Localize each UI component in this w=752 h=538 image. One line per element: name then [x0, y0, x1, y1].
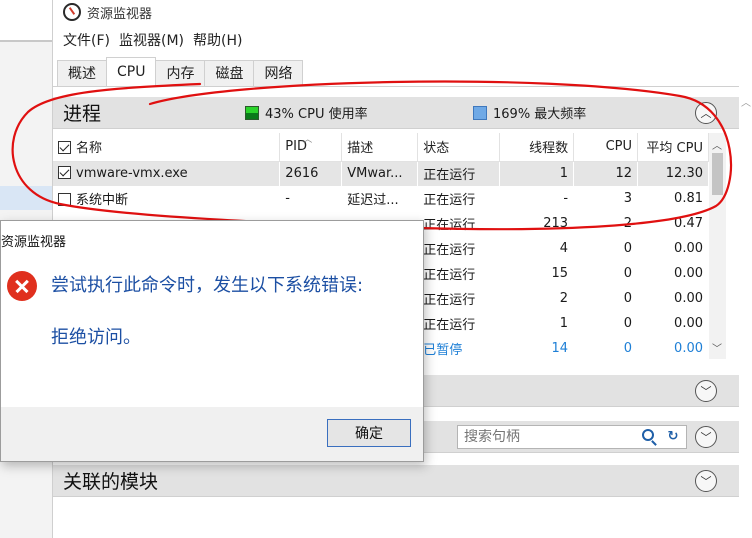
refresh-icon[interactable]: ↻	[664, 428, 682, 446]
max-frequency-text: 169% 最大频率	[493, 107, 587, 122]
column-header-name[interactable]: 名称	[53, 133, 281, 162]
table-row[interactable]: 系统中断 - 延迟过... 正在运行 - 3 0.81	[53, 186, 709, 211]
sort-indicator-icon: ︿	[303, 135, 313, 145]
column-header-status[interactable]: 状态	[417, 133, 501, 162]
processes-section-header[interactable]: 进程 43% CPU 使用率 169% 最大频率 ︿	[53, 97, 739, 129]
ok-button[interactable]: 确定	[327, 419, 411, 447]
tab-overview[interactable]: 概述	[57, 60, 107, 86]
dialog-footer: 确定	[1, 407, 423, 461]
scroll-down-arrow-icon[interactable]: ﹀	[712, 340, 722, 355]
row-checkbox[interactable]	[58, 166, 71, 180]
cpu-usage-stat: 43% CPU 使用率	[245, 103, 368, 122]
error-detail: 拒绝访问。	[51, 327, 141, 348]
tab-disk[interactable]: 磁盘	[204, 60, 255, 86]
search-icon[interactable]	[642, 429, 654, 441]
error-dialog: 资源监视器 尝试执行此命令时，发生以下系统错误: 拒绝访问。 确定	[0, 220, 424, 462]
resource-monitor-icon	[63, 3, 81, 21]
window-scrollbar[interactable]: ︿	[739, 86, 752, 538]
column-header-description[interactable]: 描述	[341, 133, 419, 162]
table-header-row: 名称 ︿ PID 描述 状态 线程数 CPU 平均 CPU	[53, 133, 709, 162]
expand-handles-button[interactable]: ﹀	[695, 426, 717, 448]
table-row[interactable]: vmware-vmx.exe 2616 VMwar... 正在运行 1 12 1…	[53, 161, 709, 186]
max-frequency-icon	[473, 105, 487, 120]
search-handles-field[interactable]: ↻	[457, 425, 687, 449]
dialog-title: 资源监视器	[1, 235, 67, 250]
tab-cpu[interactable]: CPU	[106, 57, 157, 87]
modules-section-header[interactable]: 关联的模块 ﹀	[53, 465, 739, 497]
column-header-pid[interactable]: ︿ PID	[279, 133, 343, 162]
scrollbar-thumb[interactable]	[712, 153, 723, 195]
column-header-threads[interactable]: 线程数	[499, 133, 575, 162]
expand-modules-button[interactable]: ﹀	[695, 470, 717, 492]
window-scroll-up-icon[interactable]: ︿	[741, 94, 751, 109]
select-all-checkbox[interactable]	[58, 141, 71, 155]
cpu-usage-text: 43% CPU 使用率	[265, 107, 368, 122]
scroll-up-arrow-icon[interactable]: ︿	[712, 137, 722, 152]
tab-strip: 概述 CPU 内存 磁盘 网络	[57, 57, 304, 87]
column-header-cpu[interactable]: CPU	[573, 133, 639, 162]
error-message: 尝试执行此命令时，发生以下系统错误:	[51, 275, 364, 296]
window-title: 资源监视器	[87, 6, 153, 22]
search-handles-input[interactable]	[464, 429, 634, 445]
expand-services-button[interactable]: ﹀	[695, 380, 717, 402]
processes-title: 进程	[63, 103, 102, 125]
menu-file[interactable]: 文件(F)	[63, 30, 117, 52]
background-selected-row	[0, 186, 52, 210]
tab-network[interactable]: 网络	[253, 60, 304, 86]
menu-monitor[interactable]: 监视器(M)	[119, 30, 191, 52]
table-scrollbar[interactable]: ︿ ﹀	[709, 133, 726, 359]
modules-title: 关联的模块	[63, 471, 159, 493]
max-frequency-stat: 169% 最大频率	[473, 103, 586, 122]
menu-help[interactable]: 帮助(H)	[193, 30, 249, 52]
collapse-processes-button[interactable]: ︿	[695, 102, 717, 124]
row-checkbox[interactable]	[58, 193, 71, 206]
tab-memory[interactable]: 内存	[155, 60, 206, 86]
column-header-average-cpu[interactable]: 平均 CPU	[637, 133, 709, 162]
error-icon	[7, 271, 37, 301]
menu-bar: 文件(F) 监视器(M) 帮助(H)	[53, 30, 251, 52]
cpu-usage-graph-icon	[245, 105, 259, 120]
title-bar: 资源监视器	[53, 0, 752, 24]
